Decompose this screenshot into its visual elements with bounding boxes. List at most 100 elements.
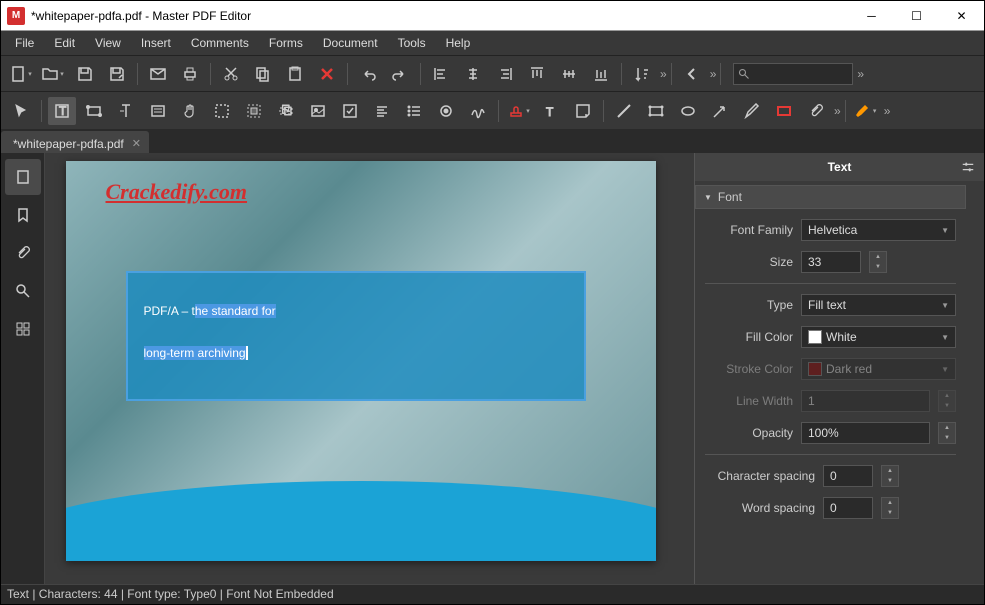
opacity-input[interactable]: 100% — [801, 422, 930, 444]
vertical-text-tool[interactable] — [112, 97, 140, 125]
attachments-tab[interactable] — [5, 235, 41, 271]
layers-tab[interactable] — [5, 311, 41, 347]
radio-tool[interactable] — [432, 97, 460, 125]
word-spacing-spinner[interactable]: ▲▼ — [881, 497, 899, 519]
close-tab-icon[interactable]: ✕ — [132, 137, 141, 150]
note-tool[interactable] — [569, 97, 597, 125]
line-tool[interactable] — [610, 97, 638, 125]
menu-view[interactable]: View — [85, 32, 131, 54]
char-spacing-input[interactable]: 0 — [823, 465, 873, 487]
search-input[interactable] — [733, 63, 853, 85]
menu-help[interactable]: Help — [436, 32, 481, 54]
pencil-tool[interactable] — [738, 97, 766, 125]
menu-insert[interactable]: Insert — [131, 32, 181, 54]
thumbnails-tab[interactable] — [5, 159, 41, 195]
arrow-tool[interactable] — [706, 97, 734, 125]
menu-forms[interactable]: Forms — [259, 32, 313, 54]
attachment-tool[interactable] — [802, 97, 830, 125]
edit-text-tool[interactable]: T — [48, 97, 76, 125]
maximize-button[interactable]: ☐ — [894, 1, 939, 31]
ellipse-tool[interactable] — [674, 97, 702, 125]
email-button[interactable] — [144, 60, 172, 88]
document-canvas[interactable]: Crackedify.com PDF/A – the standard for … — [45, 153, 676, 584]
text-before-selection: PDF/A – t — [144, 304, 195, 318]
minimize-button[interactable]: ─ — [849, 1, 894, 31]
rectangle-tool[interactable] — [642, 97, 670, 125]
select-tool[interactable] — [7, 97, 35, 125]
font-family-select[interactable]: Helvetica▼ — [801, 219, 956, 241]
text-selection: he standard for — [195, 304, 276, 318]
link-tool[interactable]: ⎘ — [272, 97, 300, 125]
edit-object-tool[interactable] — [80, 97, 108, 125]
align-middle-button[interactable] — [555, 60, 583, 88]
stroke-color-select: Dark red ▼ — [801, 358, 956, 380]
status-text: Text | Characters: 44 | Font type: Type0… — [7, 587, 334, 601]
svg-text:⎘: ⎘ — [282, 103, 292, 117]
collapse-icon: ▼ — [704, 193, 712, 202]
cut-button[interactable] — [217, 60, 245, 88]
prev-page-button[interactable] — [678, 60, 706, 88]
font-section-header[interactable]: ▼ Font — [695, 185, 966, 209]
align-right-button[interactable] — [491, 60, 519, 88]
snapshot-tool[interactable] — [240, 97, 268, 125]
checkbox-tool[interactable] — [336, 97, 364, 125]
size-input[interactable]: 33 — [801, 251, 861, 273]
print-button[interactable] — [176, 60, 204, 88]
size-spinner[interactable]: ▲▼ — [869, 251, 887, 273]
tools-overflow-icon[interactable]: » — [834, 104, 839, 118]
panel-settings-icon[interactable] — [958, 157, 978, 177]
form-tool[interactable] — [144, 97, 172, 125]
editable-text-block[interactable]: PDF/A – the standard for long-term archi… — [126, 271, 586, 401]
align-center-button[interactable] — [459, 60, 487, 88]
new-file-button[interactable]: ▾ — [7, 60, 35, 88]
panel-title: Text — [695, 153, 984, 181]
document-tab[interactable]: *whitepaper-pdfa.pdf ✕ — [1, 131, 149, 153]
select-area-tool[interactable] — [208, 97, 236, 125]
opacity-spinner[interactable]: ▲▼ — [938, 422, 956, 444]
menu-comments[interactable]: Comments — [181, 32, 259, 54]
watermark-text: Crackedify.com — [106, 179, 248, 205]
redo-button[interactable] — [386, 60, 414, 88]
text-align-tool[interactable] — [368, 97, 396, 125]
open-file-button[interactable]: ▾ — [39, 60, 67, 88]
paste-button[interactable] — [281, 60, 309, 88]
panel-scrollbar[interactable] — [966, 181, 984, 584]
search-tab[interactable] — [5, 273, 41, 309]
undo-button[interactable] — [354, 60, 382, 88]
align-top-button[interactable] — [523, 60, 551, 88]
pdf-page[interactable]: Crackedify.com PDF/A – the standard for … — [66, 161, 656, 561]
image-tool[interactable] — [304, 97, 332, 125]
close-button[interactable]: ✕ — [939, 1, 984, 31]
search-overflow-icon[interactable]: » — [857, 67, 862, 81]
menubar: File Edit View Insert Comments Forms Doc… — [1, 31, 984, 55]
char-spacing-spinner[interactable]: ▲▼ — [881, 465, 899, 487]
nav-overflow-icon[interactable]: » — [710, 67, 715, 81]
list-tool[interactable] — [400, 97, 428, 125]
sort-button[interactable] — [628, 60, 656, 88]
word-spacing-input[interactable]: 0 — [823, 497, 873, 519]
bookmarks-tab[interactable] — [5, 197, 41, 233]
signature-tool[interactable] — [464, 97, 492, 125]
text-tool[interactable]: T — [537, 97, 565, 125]
save-button[interactable] — [71, 60, 99, 88]
type-select[interactable]: Fill text▼ — [801, 294, 956, 316]
stamp-tool[interactable]: ▾ — [505, 97, 533, 125]
delete-button[interactable] — [313, 60, 341, 88]
vertical-scrollbar[interactable] — [676, 153, 694, 584]
menu-edit[interactable]: Edit — [44, 32, 85, 54]
save-as-button[interactable] — [103, 60, 131, 88]
align-left-button[interactable] — [427, 60, 455, 88]
highlighter-tool[interactable]: ▾ — [852, 97, 880, 125]
menu-document[interactable]: Document — [313, 32, 388, 54]
align-bottom-button[interactable] — [587, 60, 615, 88]
chevron-down-icon: ▼ — [941, 365, 949, 374]
fill-color-select[interactable]: White ▼ — [801, 326, 956, 348]
menu-file[interactable]: File — [5, 32, 44, 54]
copy-button[interactable] — [249, 60, 277, 88]
hand-tool[interactable] — [176, 97, 204, 125]
highlight-box-tool[interactable] — [770, 97, 798, 125]
highlight-overflow-icon[interactable]: » — [884, 104, 889, 118]
window-titlebar: M *whitepaper-pdfa.pdf - Master PDF Edit… — [1, 1, 984, 31]
menu-tools[interactable]: Tools — [388, 32, 436, 54]
toolbar-overflow-icon[interactable]: » — [660, 67, 665, 81]
